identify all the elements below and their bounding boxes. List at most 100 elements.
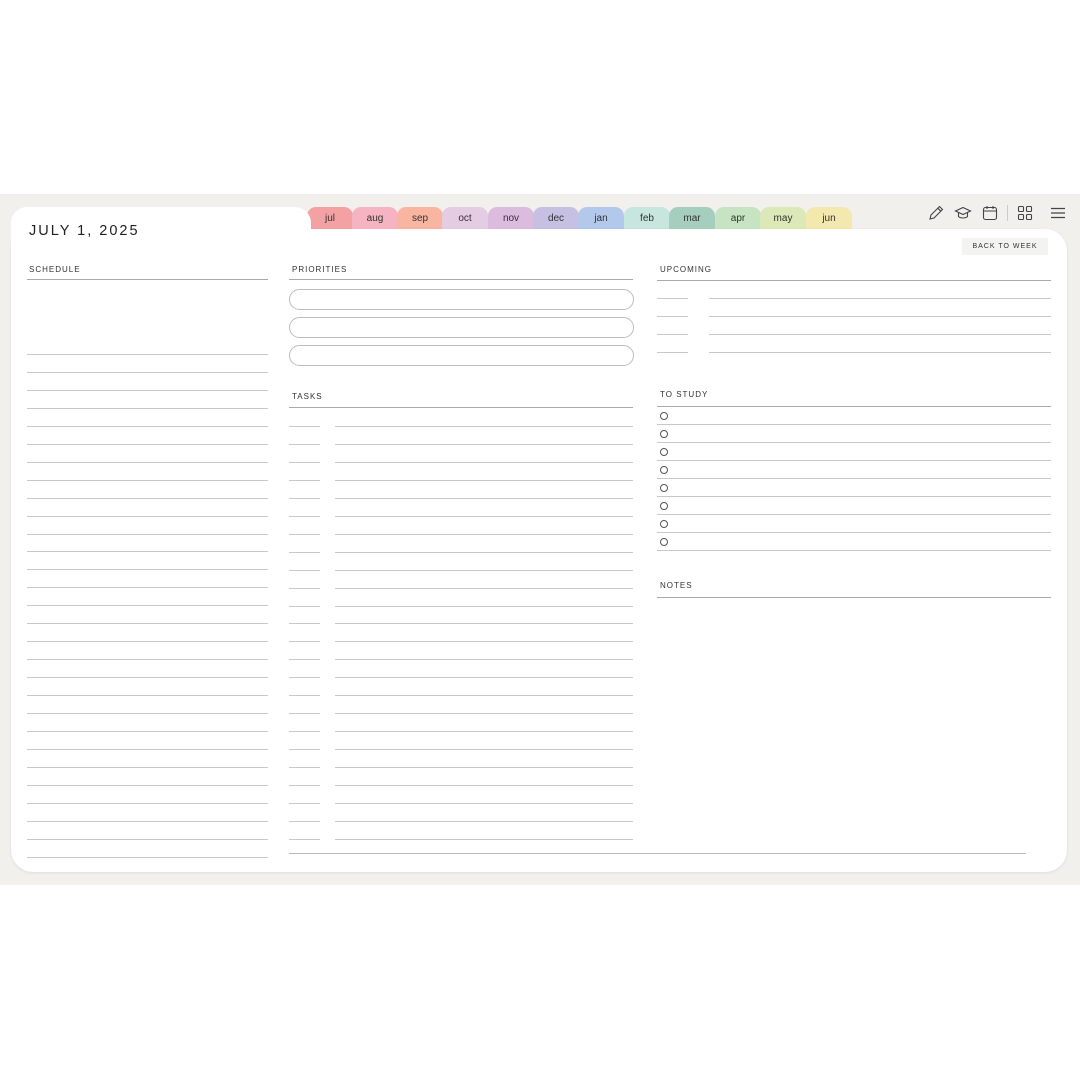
upcoming-line[interactable] [709, 334, 1051, 335]
schedule-line[interactable] [27, 766, 268, 768]
task-check-line[interactable] [289, 587, 320, 589]
study-checkbox[interactable] [660, 502, 668, 510]
study-checkbox[interactable] [660, 412, 668, 420]
task-line[interactable] [335, 443, 633, 445]
schedule-line[interactable] [27, 389, 268, 391]
task-line[interactable] [335, 713, 633, 715]
task-line[interactable] [335, 587, 633, 589]
task-check-line[interactable] [289, 749, 320, 751]
schedule-line[interactable] [27, 641, 268, 643]
schedule-line[interactable] [27, 713, 268, 714]
study-checkbox[interactable] [660, 538, 668, 546]
task-line[interactable] [335, 731, 633, 733]
task-check-line[interactable] [289, 838, 320, 840]
grid-icon[interactable] [1016, 204, 1034, 222]
task-line[interactable] [335, 695, 633, 697]
task-line[interactable] [335, 515, 633, 517]
schedule-line[interactable] [27, 605, 268, 607]
schedule-line[interactable] [27, 443, 268, 445]
task-check-line[interactable] [289, 785, 320, 786]
schedule-line[interactable] [27, 461, 268, 463]
task-check-line[interactable] [289, 713, 320, 715]
task-check-line[interactable] [289, 533, 320, 535]
priority-field[interactable] [289, 289, 634, 310]
task-check-line[interactable] [289, 426, 320, 427]
schedule-line[interactable] [27, 623, 268, 625]
task-check-line[interactable] [289, 551, 320, 553]
schedule-line[interactable] [27, 354, 268, 355]
study-line[interactable] [657, 514, 1051, 515]
task-check-line[interactable] [289, 767, 320, 769]
upcoming-line[interactable] [709, 316, 1051, 317]
schedule-line[interactable] [27, 533, 268, 535]
study-checkbox[interactable] [660, 466, 668, 474]
schedule-line[interactable] [27, 479, 268, 481]
schedule-line[interactable] [27, 856, 268, 858]
graduation-cap-icon[interactable] [954, 204, 972, 222]
priority-field[interactable] [289, 317, 634, 338]
schedule-line[interactable] [27, 587, 268, 589]
priority-field[interactable] [289, 345, 634, 366]
schedule-line[interactable] [27, 820, 268, 822]
task-line[interactable] [335, 659, 633, 661]
task-line[interactable] [335, 461, 633, 463]
study-checkbox[interactable] [660, 520, 668, 528]
study-line[interactable] [657, 424, 1051, 425]
task-line[interactable] [335, 623, 633, 625]
task-check-line[interactable] [289, 605, 320, 607]
study-line[interactable] [657, 532, 1051, 533]
task-check-line[interactable] [289, 497, 320, 499]
task-line[interactable] [335, 641, 633, 643]
menu-icon[interactable] [1049, 204, 1067, 222]
task-line[interactable] [335, 802, 633, 804]
task-line[interactable] [335, 479, 633, 481]
task-check-line[interactable] [289, 623, 320, 625]
task-check-line[interactable] [289, 443, 320, 445]
task-line[interactable] [335, 497, 633, 499]
schedule-line[interactable] [27, 407, 268, 409]
task-line[interactable] [335, 820, 633, 822]
schedule-line[interactable] [27, 677, 268, 679]
back-to-week-button[interactable]: BACK TO WEEK [962, 238, 1048, 255]
upcoming-date-line[interactable] [657, 316, 688, 317]
task-line[interactable] [335, 749, 633, 751]
study-line[interactable] [657, 442, 1051, 443]
schedule-line[interactable] [27, 569, 268, 571]
task-line[interactable] [335, 785, 633, 786]
upcoming-date-line[interactable] [657, 352, 688, 353]
schedule-line[interactable] [27, 371, 268, 373]
schedule-line[interactable] [27, 425, 268, 427]
study-line[interactable] [657, 496, 1051, 497]
schedule-line[interactable] [27, 802, 268, 804]
study-line[interactable] [657, 478, 1051, 479]
task-check-line[interactable] [289, 461, 320, 463]
task-check-line[interactable] [289, 677, 320, 679]
schedule-line[interactable] [27, 838, 268, 840]
task-check-line[interactable] [289, 695, 320, 697]
task-line[interactable] [335, 426, 633, 427]
study-checkbox[interactable] [660, 430, 668, 438]
task-line[interactable] [335, 838, 633, 840]
study-line[interactable] [657, 550, 1051, 551]
calendar-icon[interactable] [981, 204, 999, 222]
task-line[interactable] [335, 569, 633, 571]
task-check-line[interactable] [289, 731, 320, 733]
task-check-line[interactable] [289, 479, 320, 481]
study-checkbox[interactable] [660, 448, 668, 456]
upcoming-line[interactable] [709, 298, 1051, 299]
pencil-icon[interactable] [927, 204, 945, 222]
task-line[interactable] [335, 767, 633, 769]
study-checkbox[interactable] [660, 484, 668, 492]
schedule-line[interactable] [27, 515, 268, 517]
task-check-line[interactable] [289, 802, 320, 804]
task-line[interactable] [335, 605, 633, 607]
upcoming-date-line[interactable] [657, 334, 688, 335]
study-line[interactable] [657, 460, 1051, 461]
task-line[interactable] [335, 677, 633, 679]
schedule-line[interactable] [27, 551, 268, 553]
upcoming-date-line[interactable] [657, 298, 688, 299]
schedule-line[interactable] [27, 748, 268, 750]
schedule-line[interactable] [27, 695, 268, 697]
task-check-line[interactable] [289, 569, 320, 571]
task-check-line[interactable] [289, 641, 320, 643]
